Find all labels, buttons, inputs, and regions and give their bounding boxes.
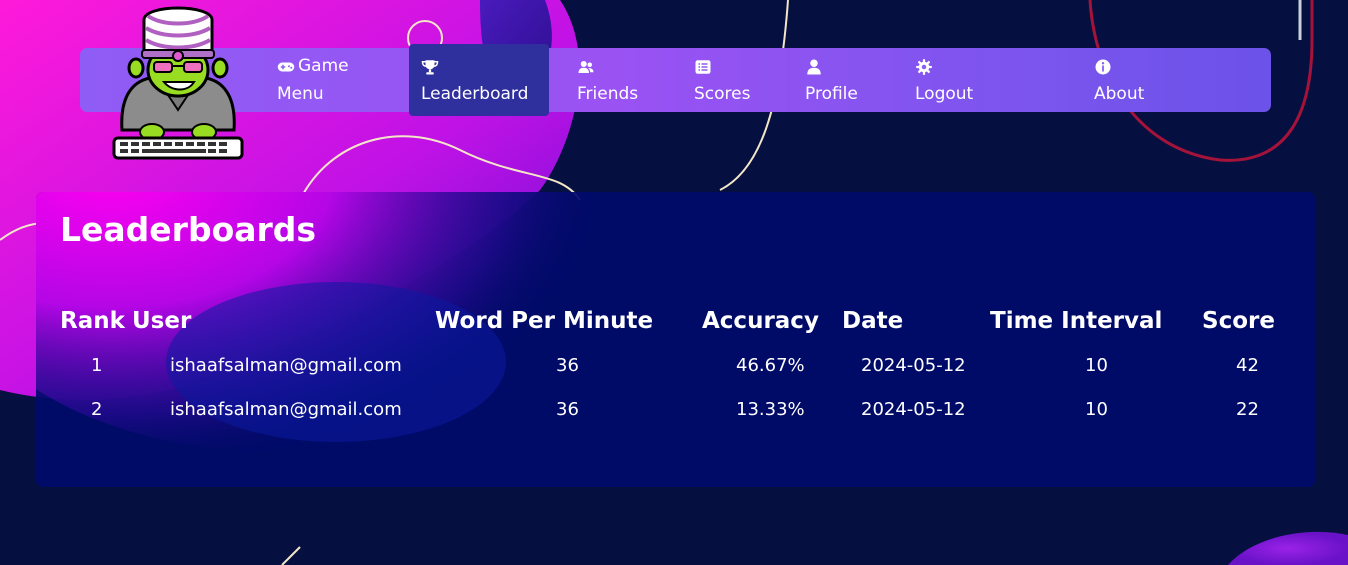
cell-wpm: 36 [556, 399, 579, 420]
nav-label-logout: Logout [915, 84, 974, 104]
nav-label-friends: Friends [577, 84, 639, 104]
page-root: Game Menu Leaderboard Friends Scores Pro… [0, 0, 1348, 565]
cell-user: ishaafsalman@gmail.com [170, 355, 402, 376]
nav-label-menu: Menu [277, 84, 324, 104]
cell-score: 42 [1236, 355, 1259, 376]
cell-time-interval: 10 [1085, 355, 1108, 376]
nav-item-profile[interactable]: Profile [805, 48, 885, 112]
table-row: 2 ishaafsalman@gmail.com 36 13.33% 2024-… [36, 398, 1315, 438]
cell-date: 2024-05-12 [861, 355, 966, 376]
nav-label-leaderboard: Leaderboard [421, 84, 529, 104]
nav-label-about: About [1094, 84, 1145, 104]
navbar: Game Menu Leaderboard Friends Scores Pro… [80, 44, 1271, 116]
list-icon [695, 60, 711, 74]
table-row: 1 ishaafsalman@gmail.com 36 46.67% 2024-… [36, 354, 1315, 394]
info-icon [1095, 59, 1111, 75]
cell-rank: 1 [91, 355, 103, 376]
nav-item-about[interactable]: About [1094, 48, 1174, 112]
column-header-wpm[interactable]: Word Per Minute [435, 306, 653, 336]
cell-date: 2024-05-12 [861, 399, 966, 420]
nav-label-scores: Scores [694, 84, 751, 104]
nav-label-game: Game [298, 56, 349, 76]
gear-icon [916, 59, 932, 75]
mascot-logo[interactable] [108, 0, 248, 162]
page-title: Leaderboards [60, 210, 317, 249]
nav-item-friends[interactable]: Friends [577, 48, 667, 112]
trophy-icon [421, 60, 439, 75]
cell-accuracy: 46.67% [736, 355, 805, 376]
nav-item-logout[interactable]: Logout [915, 48, 995, 112]
column-header-user[interactable]: User [132, 306, 191, 336]
leaderboard-panel: Leaderboards Rank User Word Per Minute A… [36, 192, 1315, 487]
column-header-time-interval[interactable]: Time Interval [990, 306, 1162, 336]
cell-user: ishaafsalman@gmail.com [170, 399, 402, 420]
cell-score: 22 [1236, 399, 1259, 420]
column-header-rank[interactable]: Rank [60, 306, 125, 336]
nav-item-leaderboard[interactable]: Leaderboard [409, 44, 549, 116]
user-icon [807, 59, 821, 75]
users-icon [578, 61, 594, 73]
gamepad-icon [277, 62, 295, 72]
column-header-date[interactable]: Date [842, 306, 903, 336]
nav-label-profile: Profile [805, 84, 858, 104]
cell-time-interval: 10 [1085, 399, 1108, 420]
cell-rank: 2 [91, 399, 103, 420]
cell-accuracy: 13.33% [736, 399, 805, 420]
cell-wpm: 36 [556, 355, 579, 376]
column-header-score[interactable]: Score [1202, 306, 1275, 336]
nav-item-scores[interactable]: Scores [694, 48, 774, 112]
column-header-accuracy[interactable]: Accuracy [702, 306, 819, 336]
nav-item-game-menu[interactable]: Game Menu [277, 48, 387, 112]
